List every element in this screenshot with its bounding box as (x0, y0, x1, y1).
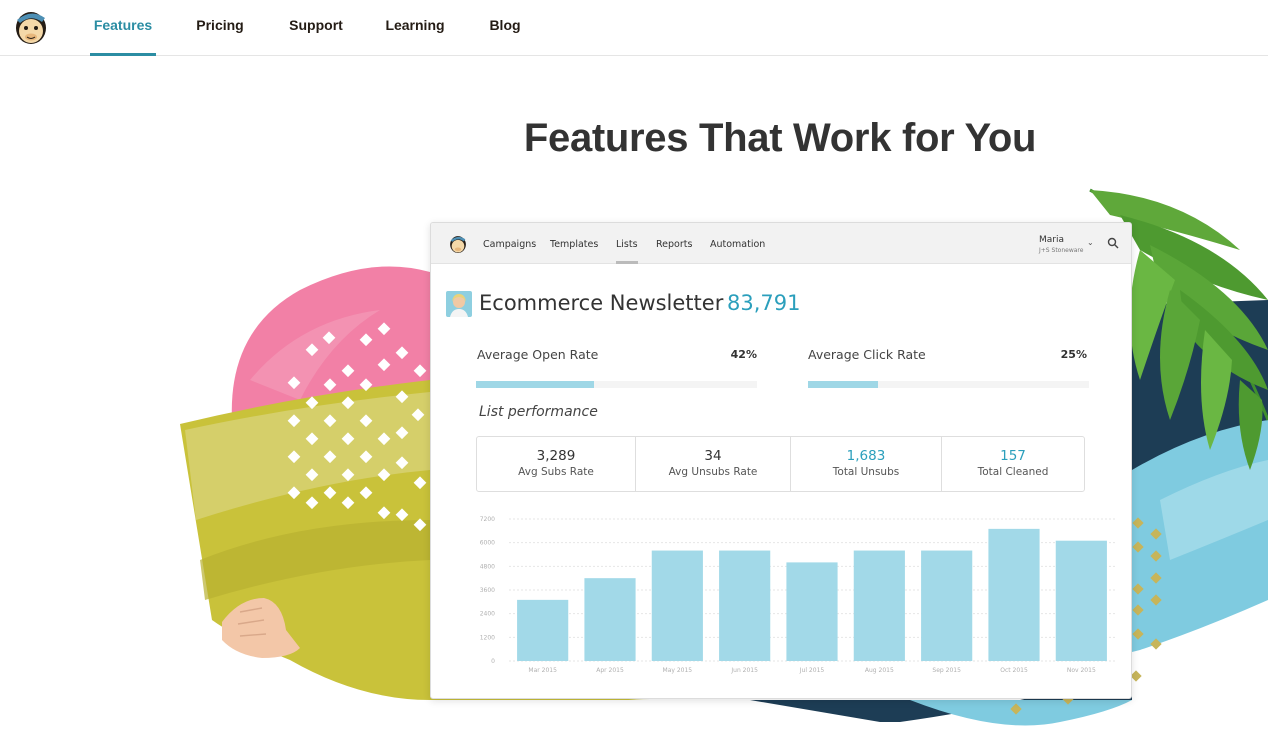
chart-bar[interactable] (651, 550, 703, 661)
x-tick-label: Aug 2015 (865, 667, 894, 674)
x-tick-label: Mar 2015 (528, 667, 557, 674)
stat-label: Avg Subs Rate (518, 466, 594, 478)
x-tick-label: Sep 2015 (932, 667, 961, 674)
chart-bar[interactable] (719, 550, 771, 661)
y-tick-label: 7200 (480, 516, 495, 523)
app-nav-reports[interactable]: Reports (656, 223, 692, 264)
open-rate-label: Average Open Rate (477, 347, 599, 362)
x-tick-label: Apr 2015 (596, 667, 624, 674)
click-rate-value: 25% (1060, 348, 1087, 361)
list-title: Ecommerce Newsletter (479, 291, 724, 315)
user-name[interactable]: Maria (1039, 235, 1064, 245)
y-tick-label: 6000 (480, 540, 495, 547)
chart-bar[interactable] (988, 528, 1040, 661)
search-icon[interactable] (1107, 237, 1119, 249)
y-tick-label: 2400 (480, 611, 495, 618)
stat-value[interactable]: 157 (942, 448, 1084, 464)
x-tick-label: May 2015 (663, 667, 693, 674)
x-tick-label: Jun 2015 (730, 667, 758, 674)
list-performance-chart: 0 1200 2400 3600 4800 6000 7200 Mar 2015 Apr 201… (480, 516, 1115, 674)
stat-label: Total Cleaned (977, 466, 1049, 478)
chart-bar[interactable] (1055, 540, 1107, 661)
stat-value: 34 (704, 448, 722, 464)
click-rate-progress (808, 381, 1089, 388)
open-rate-progress (476, 381, 757, 388)
stat-avg-subs-rate: 3,289 Avg Subs Rate (477, 437, 636, 491)
open-rate-value: 42% (730, 348, 757, 361)
chart-bar[interactable] (584, 578, 636, 661)
app-nav-templates[interactable]: Templates (550, 223, 598, 264)
chart-bar[interactable] (786, 562, 838, 661)
click-rate-fill (808, 381, 879, 388)
list-subscriber-count: 83,791 (727, 291, 801, 315)
avatar (446, 291, 472, 317)
stat-label: Total Unsubs (832, 466, 900, 478)
x-tick-label: Oct 2015 (1000, 667, 1028, 674)
chevron-down-icon[interactable]: ⌄ (1087, 238, 1094, 247)
click-rate-label: Average Click Rate (808, 347, 926, 362)
stat-total-cleaned[interactable]: 157 Total Cleaned (942, 437, 1084, 491)
app-nav-campaigns[interactable]: Campaigns (483, 223, 536, 264)
stats-panel: 3,289 Avg Subs Rate 34 Avg Unsubs Rate 1… (476, 436, 1085, 492)
stat-value[interactable]: 1,683 (791, 448, 941, 464)
app-preview-card: Campaigns Templates Lists Reports Automa… (430, 222, 1132, 699)
stat-total-unsubs[interactable]: 1,683 Total Unsubs (791, 437, 942, 491)
app-nav-automation[interactable]: Automation (710, 223, 765, 264)
y-tick-label: 1200 (480, 634, 495, 641)
x-tick-label: Nov 2015 (1067, 667, 1096, 674)
y-tick-label: 0 (491, 658, 495, 665)
stat-label: Avg Unsubs Rate (668, 466, 758, 478)
y-tick-label: 3600 (480, 587, 495, 594)
app-nav-lists[interactable]: Lists (616, 223, 638, 264)
app-navigation: Campaigns Templates Lists Reports Automa… (431, 223, 1131, 264)
list-performance-heading: List performance (479, 404, 598, 420)
open-rate-fill (476, 381, 595, 388)
stat-avg-unsubs-rate: 34 Avg Unsubs Rate (636, 437, 791, 491)
app-logo[interactable] (448, 233, 468, 254)
x-tick-label: Jul 2015 (799, 667, 825, 674)
stat-value: 3,289 (536, 448, 576, 464)
user-org: J+S Stoneware (1039, 247, 1084, 254)
chart-bar[interactable] (517, 599, 569, 661)
chart-bar[interactable] (853, 550, 905, 661)
y-tick-label: 4800 (480, 563, 495, 570)
chart-bar[interactable] (921, 550, 973, 661)
